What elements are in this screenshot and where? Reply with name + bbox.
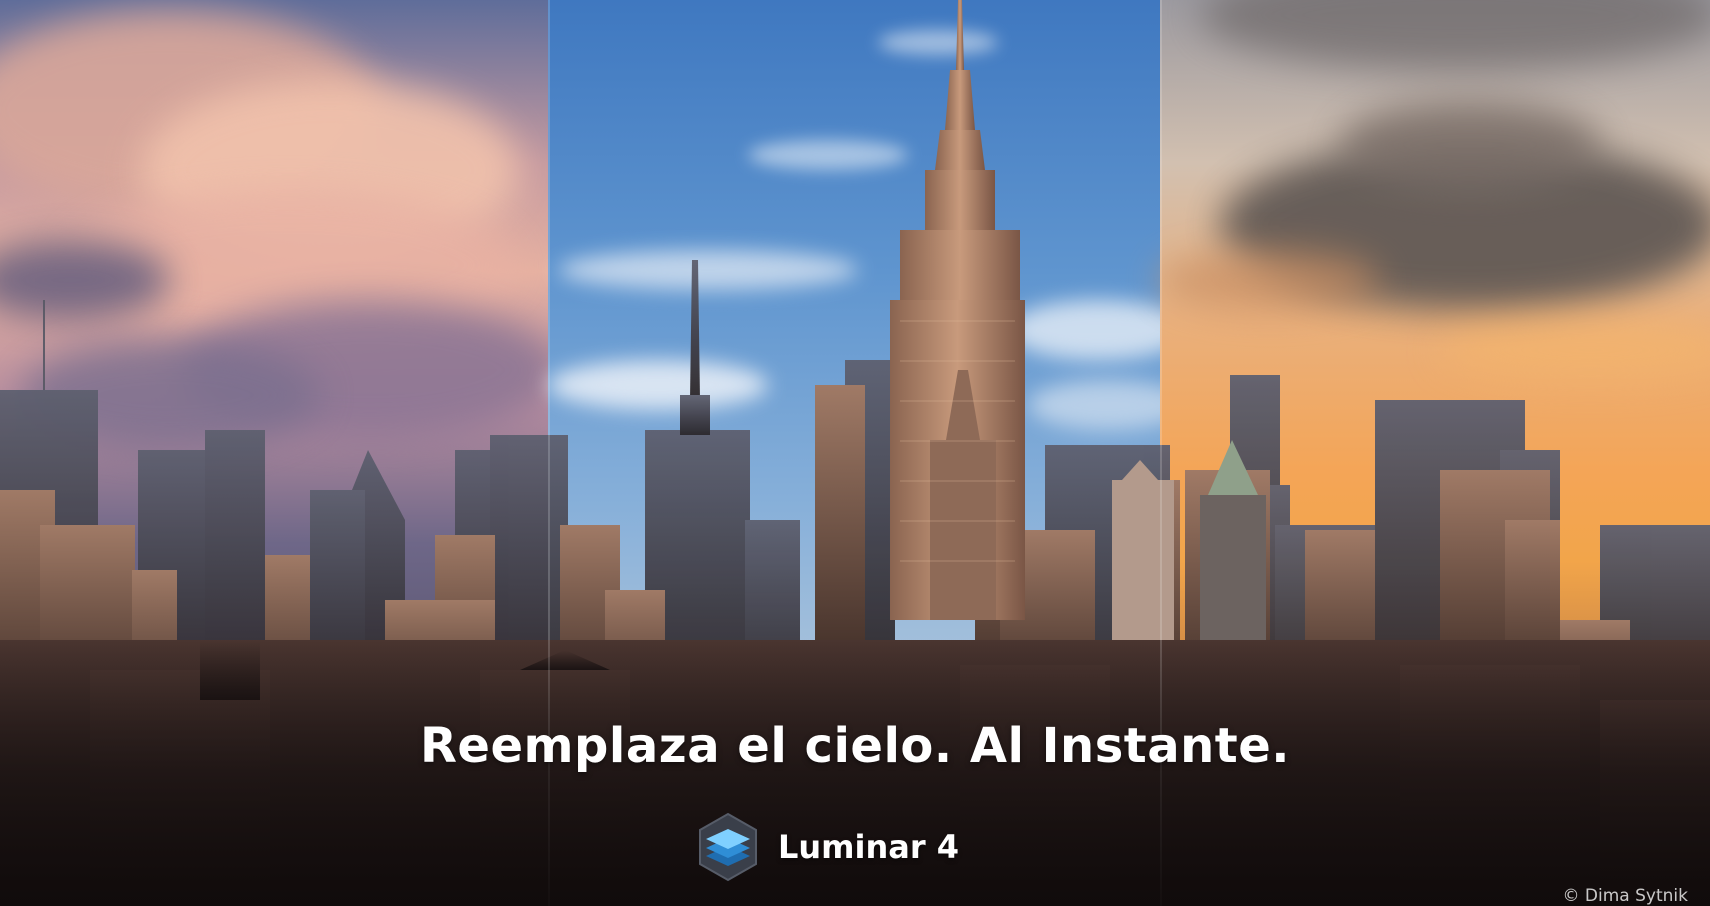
- headline: Reemplaza el cielo. Al Instante.: [419, 718, 1291, 774]
- hero-banner: Reemplaza el cielo. Al Instante. Luminar…: [0, 0, 1710, 906]
- brand-lockup[interactable]: Luminar 4: [696, 812, 959, 882]
- luminar-layers-icon: [699, 812, 757, 882]
- brand-name: Luminar 4: [778, 828, 960, 866]
- photo-credit: © Dima Sytnik: [1562, 886, 1688, 906]
